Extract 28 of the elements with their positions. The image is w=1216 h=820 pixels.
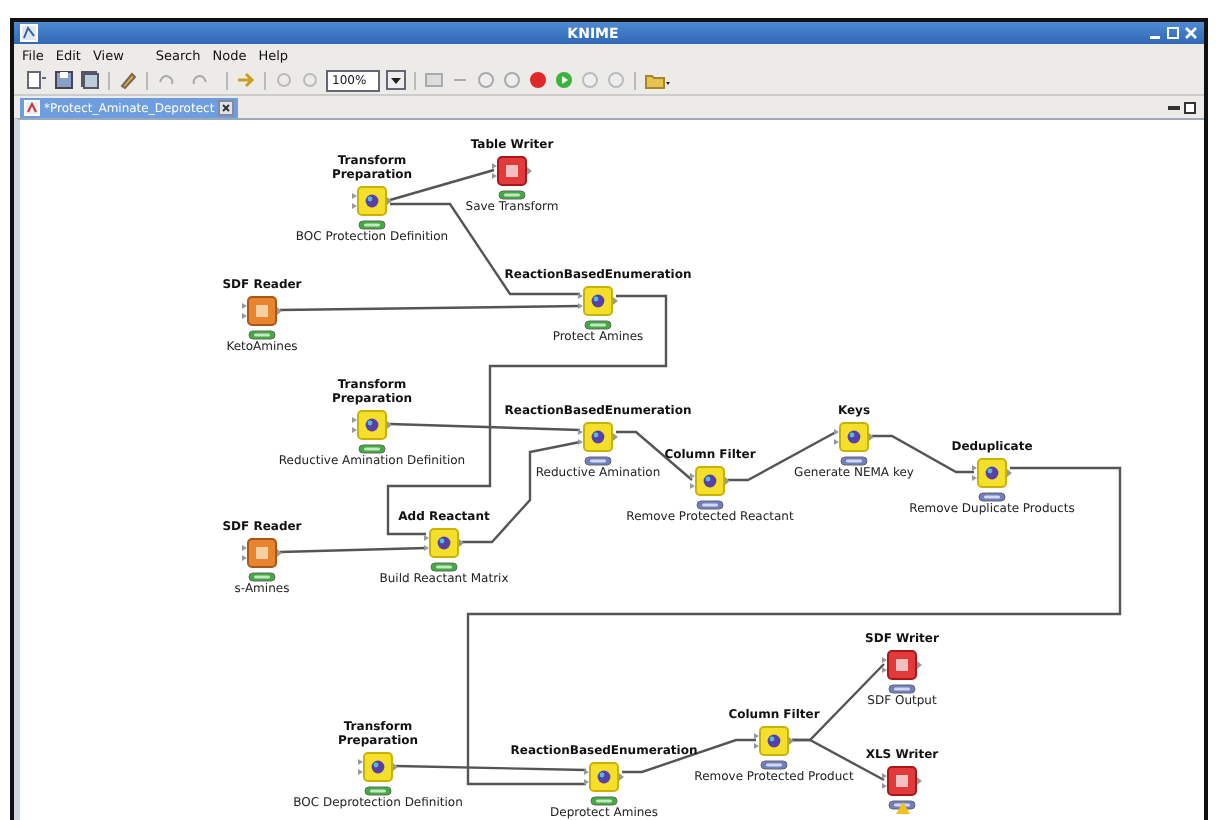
node-icon[interactable] xyxy=(242,296,282,326)
app-icon xyxy=(20,24,38,42)
run-icon[interactable] xyxy=(554,70,575,90)
node-icon[interactable] xyxy=(492,156,532,186)
node-icon[interactable] xyxy=(882,650,922,680)
node-icon[interactable] xyxy=(424,528,464,558)
stop-icon[interactable] xyxy=(528,70,549,90)
node-icon[interactable] xyxy=(578,422,618,452)
save-icon[interactable] xyxy=(54,70,74,90)
save-all-icon[interactable] xyxy=(80,70,100,90)
maximize-icon[interactable] xyxy=(1184,102,1198,114)
node-icon[interactable] xyxy=(578,286,618,316)
node-icon[interactable] xyxy=(352,410,392,440)
node-icon[interactable] xyxy=(834,422,874,452)
node-icon[interactable] xyxy=(242,538,282,568)
node-icon[interactable] xyxy=(690,466,730,496)
node-icon[interactable] xyxy=(358,752,398,782)
pencil-icon[interactable] xyxy=(118,70,138,90)
folder-icon[interactable] xyxy=(644,70,673,90)
new-icon[interactable] xyxy=(26,70,48,90)
node-icon[interactable] xyxy=(972,458,1012,488)
node-icon[interactable] xyxy=(584,762,624,792)
node-icon[interactable] xyxy=(754,726,794,756)
dropdown-icon[interactable] xyxy=(386,70,407,90)
node-icon[interactable] xyxy=(882,766,922,796)
node-icon[interactable] xyxy=(352,186,392,216)
minimize-icon[interactable] xyxy=(1168,102,1182,114)
close-icon[interactable] xyxy=(218,100,235,116)
